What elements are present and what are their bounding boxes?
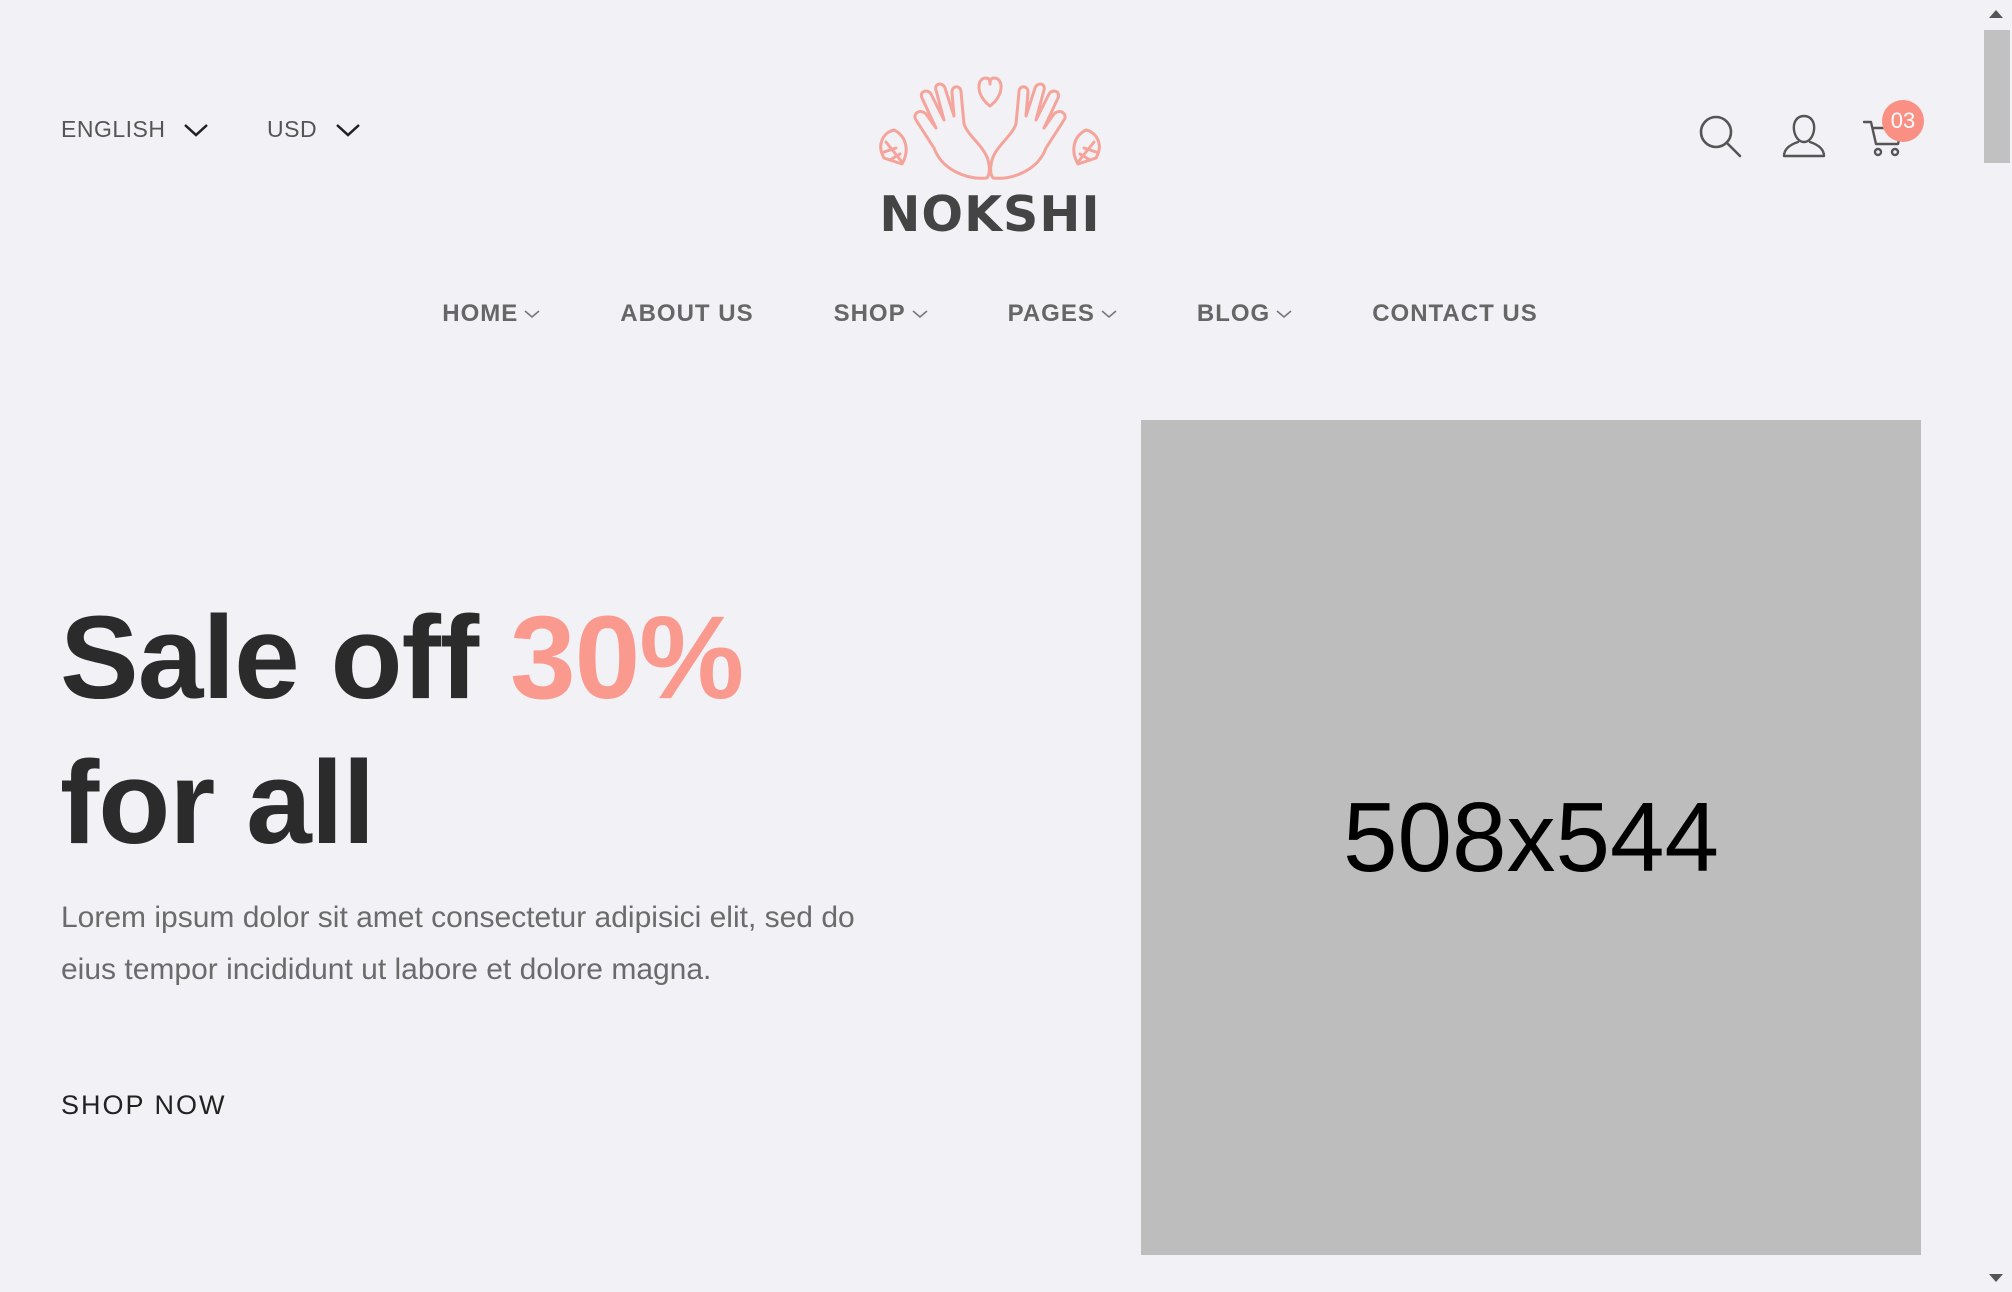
scrollbar-thumb[interactable] [1984, 30, 2010, 163]
hero-image-placeholder: 508x544 [1141, 420, 1921, 1255]
scrollbar[interactable] [1980, 0, 2012, 1292]
hero-title-accent: 30% [509, 592, 744, 724]
nav-item-label: CONTACT US [1372, 300, 1538, 327]
search-icon[interactable] [1696, 112, 1744, 160]
nav-item-shop[interactable]: SHOP [834, 300, 928, 328]
language-selector[interactable]: ENGLISH [61, 116, 209, 143]
hero-description: Lorem ipsum dolor sit amet consectetur a… [61, 901, 855, 986]
currency-label: USD [267, 116, 318, 142]
nav-item-contact-us[interactable]: CONTACT US [1372, 300, 1538, 328]
currency-selector[interactable]: USD [267, 116, 361, 143]
user-icon[interactable] [1780, 112, 1828, 160]
nav-item-pages[interactable]: PAGES [1008, 300, 1117, 328]
image-placeholder-label: 508x544 [1342, 782, 1720, 892]
nav-item-label: SHOP [833, 300, 906, 327]
site-logo[interactable]: NOKSHI [872, 70, 1108, 243]
hero-title: Sale off 30% for all [60, 586, 744, 876]
nav-item-blog[interactable]: BLOG [1197, 300, 1292, 328]
scroll-down-arrow-icon[interactable] [1989, 1274, 2003, 1282]
chevron-down-icon [1276, 310, 1292, 319]
hands-heart-logo-icon [879, 76, 1101, 180]
nav-item-label: HOME [442, 300, 519, 327]
chevron-down-icon [184, 123, 209, 137]
nav-item-about-us[interactable]: ABOUT US [620, 300, 753, 328]
cart-count-badge: 03 [1882, 100, 1924, 142]
page: ENGLISH USD NOKSHI 03 HOME ABOUT US SHOP… [0, 0, 2012, 1292]
chevron-down-icon [912, 310, 928, 319]
hero-title-suffix: for all [60, 737, 375, 869]
nav-item-home[interactable]: HOME [442, 300, 540, 328]
chevron-down-icon [1101, 310, 1117, 319]
hero-title-prefix: Sale off [60, 592, 510, 724]
nav-item-label: ABOUT US [620, 300, 754, 327]
chevron-down-icon [524, 310, 540, 319]
logo-text: NOKSHI [879, 186, 1101, 243]
chevron-down-icon [336, 123, 360, 137]
shop-now-button[interactable]: SHOP NOW [61, 1090, 227, 1121]
language-label: ENGLISH [61, 116, 166, 142]
scroll-up-arrow-icon[interactable] [1989, 10, 2003, 18]
nav-item-label: PAGES [1007, 300, 1095, 327]
nav-item-label: BLOG [1196, 300, 1271, 327]
main-nav: HOME ABOUT US SHOP PAGES BLOG CONTACT US [0, 300, 1980, 328]
